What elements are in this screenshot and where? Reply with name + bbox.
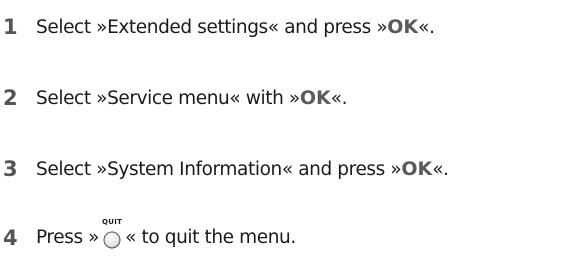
step-text-start: Press » <box>36 227 100 248</box>
step-3: 3 Select »System Information« and press … <box>0 154 449 184</box>
step-text: Select »Service menu« with »OK«. <box>36 87 348 109</box>
step-number: 3 <box>3 157 18 181</box>
step-text-end: «. <box>418 17 435 38</box>
step-2: 2 Select »Service menu« with »OK«. <box>0 83 348 113</box>
quit-button: QUIT <box>99 218 125 253</box>
step-4: 4 Press » QUIT « to quit the menu. <box>0 218 296 253</box>
ok-key-label: OK <box>299 87 331 109</box>
quit-button-icon <box>103 231 121 249</box>
quit-button-label: QUIT <box>101 218 123 226</box>
step-text: Select »System Information« and press »O… <box>36 158 449 180</box>
step-number: 1 <box>3 15 18 39</box>
step-text-end: «. <box>432 159 449 180</box>
step-text-end: « to quit the menu. <box>125 227 296 248</box>
step-text: Select »Extended settings« and press »OK… <box>36 16 435 38</box>
step-number: 4 <box>3 226 18 250</box>
step-text-end: «. <box>330 88 348 109</box>
step-text: Press » QUIT « to quit the menu. <box>36 218 296 253</box>
step-text-start: Select »Service menu« with » <box>36 88 300 109</box>
step-1: 1 Select »Extended settings« and press »… <box>0 12 435 42</box>
ok-key-label: OK <box>387 16 419 38</box>
step-number: 2 <box>3 86 18 110</box>
step-text-start: Select »Extended settings« and press » <box>36 17 388 38</box>
ok-key-label: OK <box>401 158 433 180</box>
step-text-start: Select »System Information« and press » <box>36 159 402 180</box>
